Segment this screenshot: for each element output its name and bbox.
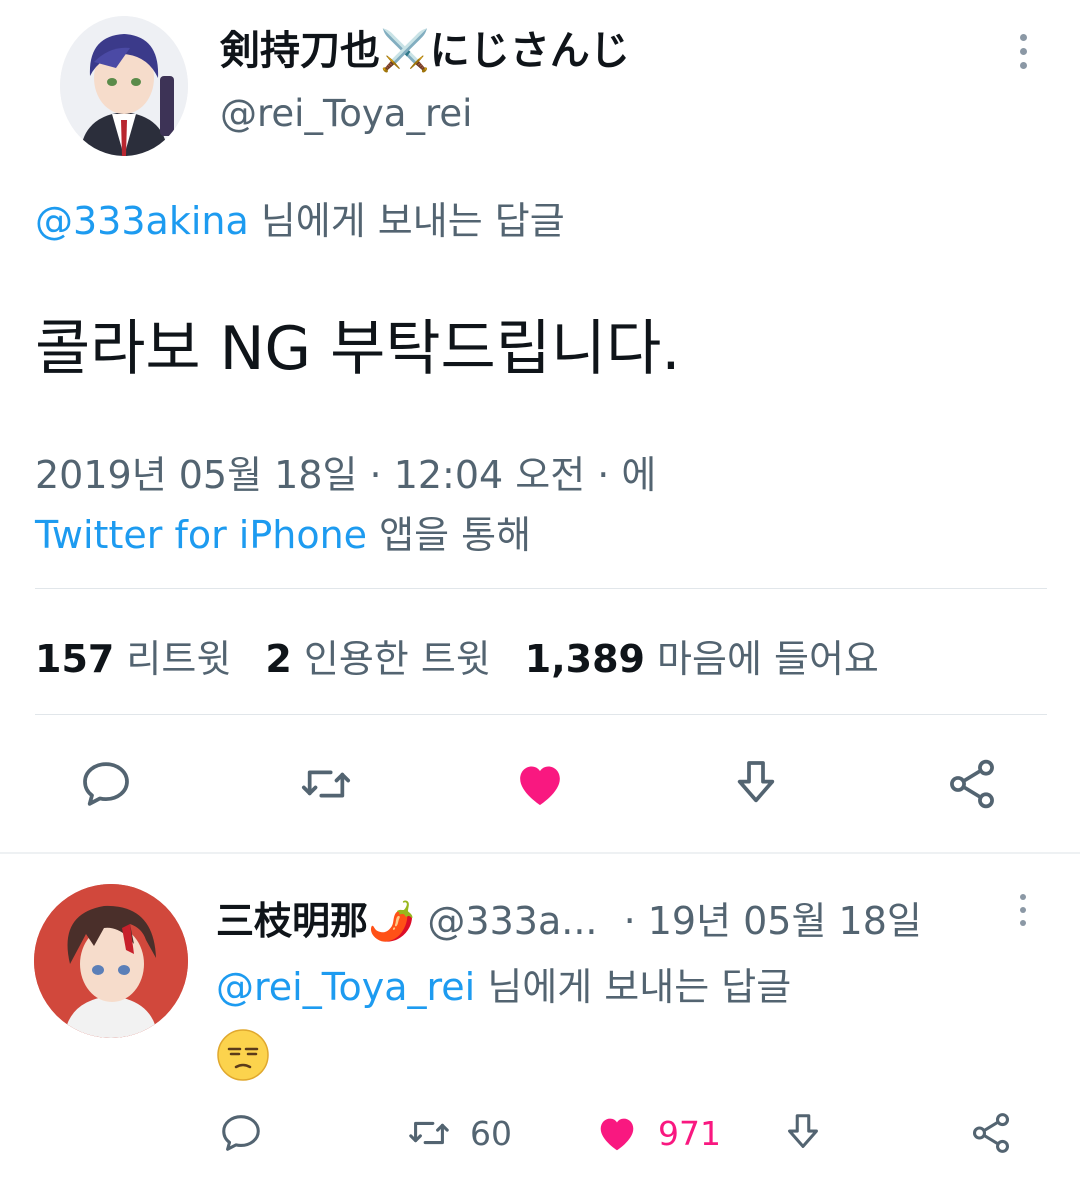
download-icon[interactable] — [728, 756, 784, 812]
reply-author-handle[interactable]: @333a... — [427, 899, 597, 943]
source-app-link[interactable]: Twitter for iPhone — [35, 513, 367, 557]
like-icon — [600, 1118, 634, 1151]
reply-to-handle-link[interactable]: @333akina — [35, 199, 249, 243]
retweet-icon — [409, 1121, 449, 1145]
reply-reply-to-line: @rei_Toya_rei 님에게 보내는 답글 — [216, 956, 791, 1011]
share-icon — [972, 1113, 1010, 1153]
reply-share-button[interactable] — [968, 1108, 1014, 1158]
more-options-icon[interactable] — [1010, 30, 1038, 74]
reply-author-avatar[interactable] — [34, 884, 188, 1038]
source-suffix: 앱을 통해 — [367, 513, 532, 557]
author-display-name[interactable]: 剣持刀也⚔️にじさんじ — [220, 18, 630, 76]
share-icon[interactable] — [944, 756, 1000, 812]
tweet-text: 콜라보 NG 부탁드립니다. — [35, 314, 681, 384]
reply-download-button[interactable] — [780, 1108, 826, 1158]
reply-to-suffix: 님에게 보내는 답글 — [475, 965, 792, 1009]
reply-text: 😒 — [216, 1028, 270, 1082]
tweet-timestamp[interactable]: 2019년 05월 18일 · 12:04 오전 · 에 — [35, 444, 656, 499]
section-divider — [0, 852, 1080, 854]
reply-to-suffix: 님에게 보내는 답글 — [248, 199, 565, 243]
author-handle[interactable]: @rei_Toya_rei — [220, 92, 472, 135]
reply-header: 三枝明那🌶️ @333a... · 19년 05월 18일 — [216, 890, 922, 945]
reply-to-handle-link[interactable]: @rei_Toya_rei — [216, 965, 475, 1009]
reply-author-display-name[interactable]: 三枝明那🌶️ — [216, 899, 415, 943]
like-icon[interactable] — [512, 756, 568, 812]
quote-tweet-stat[interactable]: 2 인용한 트윗 — [265, 628, 490, 683]
reply-retweet-button[interactable]: 60 — [406, 1108, 512, 1158]
retweet-icon[interactable] — [298, 756, 354, 812]
reply-like-button[interactable]: 971 — [594, 1108, 721, 1158]
divider — [35, 714, 1047, 715]
reply-to-line: @333akina 님에게 보내는 답글 — [35, 190, 565, 245]
tweet-stats: 157 리트윗 2 인용한 트윗 1,389 마음에 들어요 — [35, 628, 879, 683]
divider — [35, 588, 1047, 589]
reply-date[interactable]: · 19년 05월 18일 — [624, 899, 922, 943]
reply-like-count: 971 — [658, 1113, 721, 1153]
unamused-face-icon — [217, 1029, 269, 1081]
author-avatar[interactable] — [60, 16, 188, 156]
reply-more-options-icon[interactable] — [1012, 892, 1036, 932]
retweet-stat[interactable]: 157 리트윗 — [35, 628, 231, 683]
like-stat[interactable]: 1,389 마음에 들어요 — [525, 628, 879, 683]
download-icon — [788, 1114, 818, 1148]
reply-icon[interactable] — [78, 756, 134, 812]
reply-icon — [222, 1115, 260, 1151]
reply-reply-button[interactable] — [218, 1108, 264, 1158]
reply-retweet-count: 60 — [470, 1113, 512, 1153]
tweet-source-line: Twitter for iPhone 앱을 통해 — [35, 504, 531, 559]
